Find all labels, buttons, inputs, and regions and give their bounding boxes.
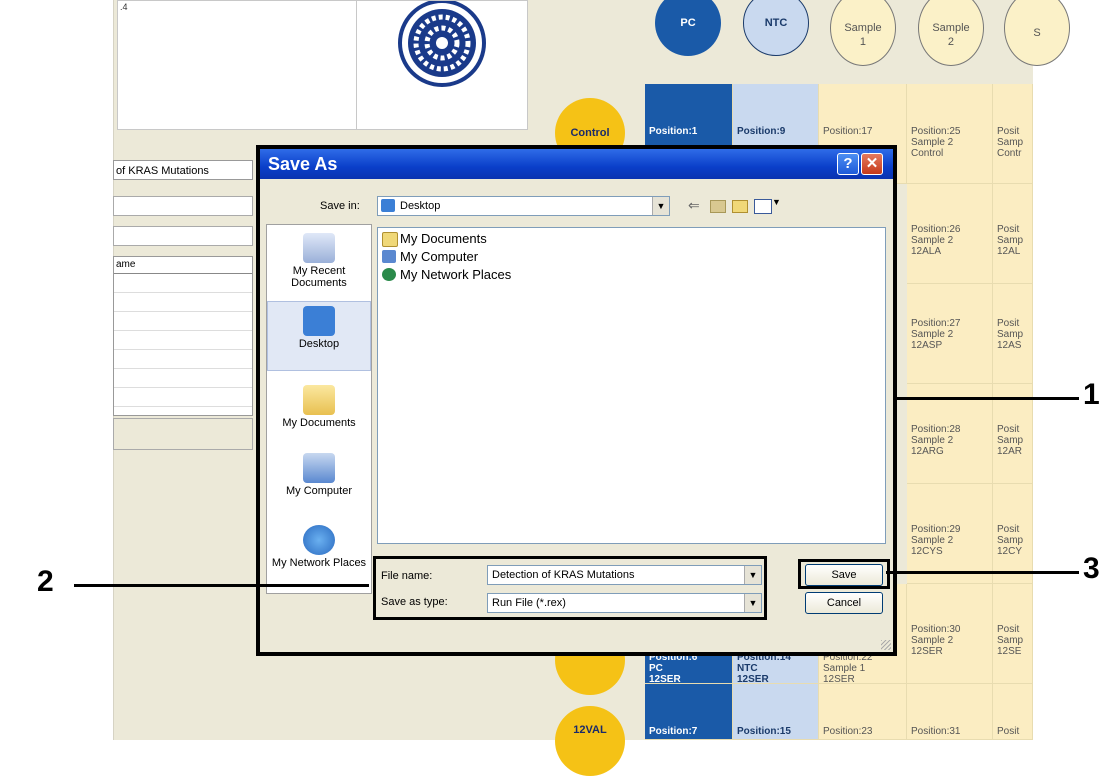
save-as-dialog: Save As ? ✕ Save in: Desktop ▼ ⇐ ▼ My Re… [256,145,897,656]
up-folder-icon[interactable] [710,200,726,213]
left-field-1[interactable] [113,196,253,216]
list-item-label: My Documents [400,231,487,246]
table-row[interactable] [114,350,252,369]
computer-icon [382,250,396,263]
callout-2: 2 [37,565,54,598]
dialog-title-bar[interactable]: Save As ? ✕ [260,149,893,179]
cancel-button[interactable]: Cancel [805,592,883,614]
callout-1: 1 [1083,378,1100,411]
position-cell[interactable]: Posit Samp 12CY [993,484,1033,584]
list-item[interactable]: My Network Places [382,266,511,283]
position-cell[interactable]: Position:25 Sample 2 Control [907,84,993,184]
position-cell[interactable]: Position:31 [907,684,993,740]
file-list[interactable]: My Documents My Computer My Network Plac… [377,227,886,544]
table-row[interactable] [114,369,252,388]
callout-2-line [74,584,369,587]
place-desktop[interactable]: Desktop [267,301,371,371]
place-my-computer[interactable]: My Computer [267,453,371,497]
place-my-documents[interactable]: My Documents [267,385,371,429]
table-header-name: ame [114,257,252,274]
place-label: My Recent Documents [291,265,347,289]
list-item[interactable]: My Documents [382,230,487,247]
position-cell[interactable]: Position:23 [819,684,907,740]
circle-label: NTC [764,17,788,29]
save-highlight-box [798,559,890,589]
callout-3-line [886,571,1079,574]
position-cell[interactable]: Position:26 Sample 2 12ALA [907,184,993,284]
position-cell[interactable]: Position:30 Sample 2 12SER [907,584,993,684]
save-in-label: Save in: [320,200,360,212]
position-cell[interactable]: Position:27 Sample 2 12ASP [907,284,993,384]
desktop-icon [381,199,395,212]
desktop-icon [303,306,335,336]
place-label: My Computer [285,485,353,497]
position-cell[interactable]: Posit Samp 12SE [993,584,1033,684]
dialog-title: Save As [268,154,338,174]
help-button[interactable]: ? [837,153,859,175]
save-in-dropdown[interactable]: Desktop ▼ [377,196,670,216]
circle-label: PC [680,17,696,29]
place-label: My Network Places [271,557,367,569]
row-label: 12VAL [573,724,607,736]
list-item-label: My Network Places [400,267,512,282]
row-label: Control [570,127,610,139]
rotor-image-box [356,0,528,130]
place-label: Desktop [298,338,340,350]
callout-3: 3 [1083,552,1100,585]
new-folder-icon[interactable] [732,200,748,213]
version-text: .4 [120,2,128,12]
table-row[interactable] [114,293,252,312]
circle-label: S [1033,27,1041,39]
assay-name-field[interactable]: of KRAS Mutations [113,160,253,180]
filename-highlight-box [373,556,767,620]
circle-label: Sample 2 [932,22,970,48]
close-button[interactable]: ✕ [861,153,883,175]
my-computer-icon [303,453,335,483]
recent-documents-icon [303,233,335,263]
my-documents-icon [303,385,335,415]
back-arrow-icon[interactable]: ⇐ [688,197,700,214]
position-cell[interactable]: Posit Samp 12AL [993,184,1033,284]
resize-grip[interactable] [881,640,891,650]
table-row[interactable] [114,312,252,331]
place-my-network-places[interactable]: My Network Places [267,525,371,569]
position-cell[interactable]: Posit Samp Contr [993,84,1033,184]
position-cell[interactable]: Posit Samp 12AS [993,284,1033,384]
place-label: My Documents [282,417,356,429]
position-cell[interactable]: Position:29 Sample 2 12CYS [907,484,993,584]
list-item-label: My Computer [400,249,479,264]
background-info-box [117,0,357,130]
12val-row-circle[interactable]: 12VAL [555,706,625,776]
table-row[interactable] [114,331,252,350]
list-item[interactable]: My Computer [382,248,478,265]
left-bottom-bar [113,418,253,450]
place-my-recent-documents[interactable]: My Recent Documents [267,233,371,289]
save-in-value: Desktop [400,200,441,212]
rotor-icon [398,0,486,87]
sample3-column-circle[interactable]: S [1004,0,1070,66]
left-sample-table[interactable]: ame [113,256,253,416]
network-icon [382,268,396,281]
table-row[interactable] [114,388,252,407]
position-cell[interactable]: Position:7 [645,684,733,740]
view-menu-icon[interactable] [754,199,772,214]
chevron-down-icon[interactable]: ▼ [652,197,669,215]
table-row[interactable] [114,274,252,293]
left-field-2[interactable] [113,226,253,246]
toolbar-buttons: ⇐ ▼ [688,197,808,215]
places-bar: My Recent Documents Desktop My Documents… [266,224,372,594]
chevron-down-icon[interactable]: ▼ [772,197,781,207]
circle-label: Sample 1 [844,22,882,48]
network-places-icon [303,525,335,555]
position-cell[interactable]: Posit [993,684,1033,740]
callout-1-line [897,397,1079,400]
folder-icon [382,232,398,247]
position-cell[interactable]: Position:15 [733,684,819,740]
